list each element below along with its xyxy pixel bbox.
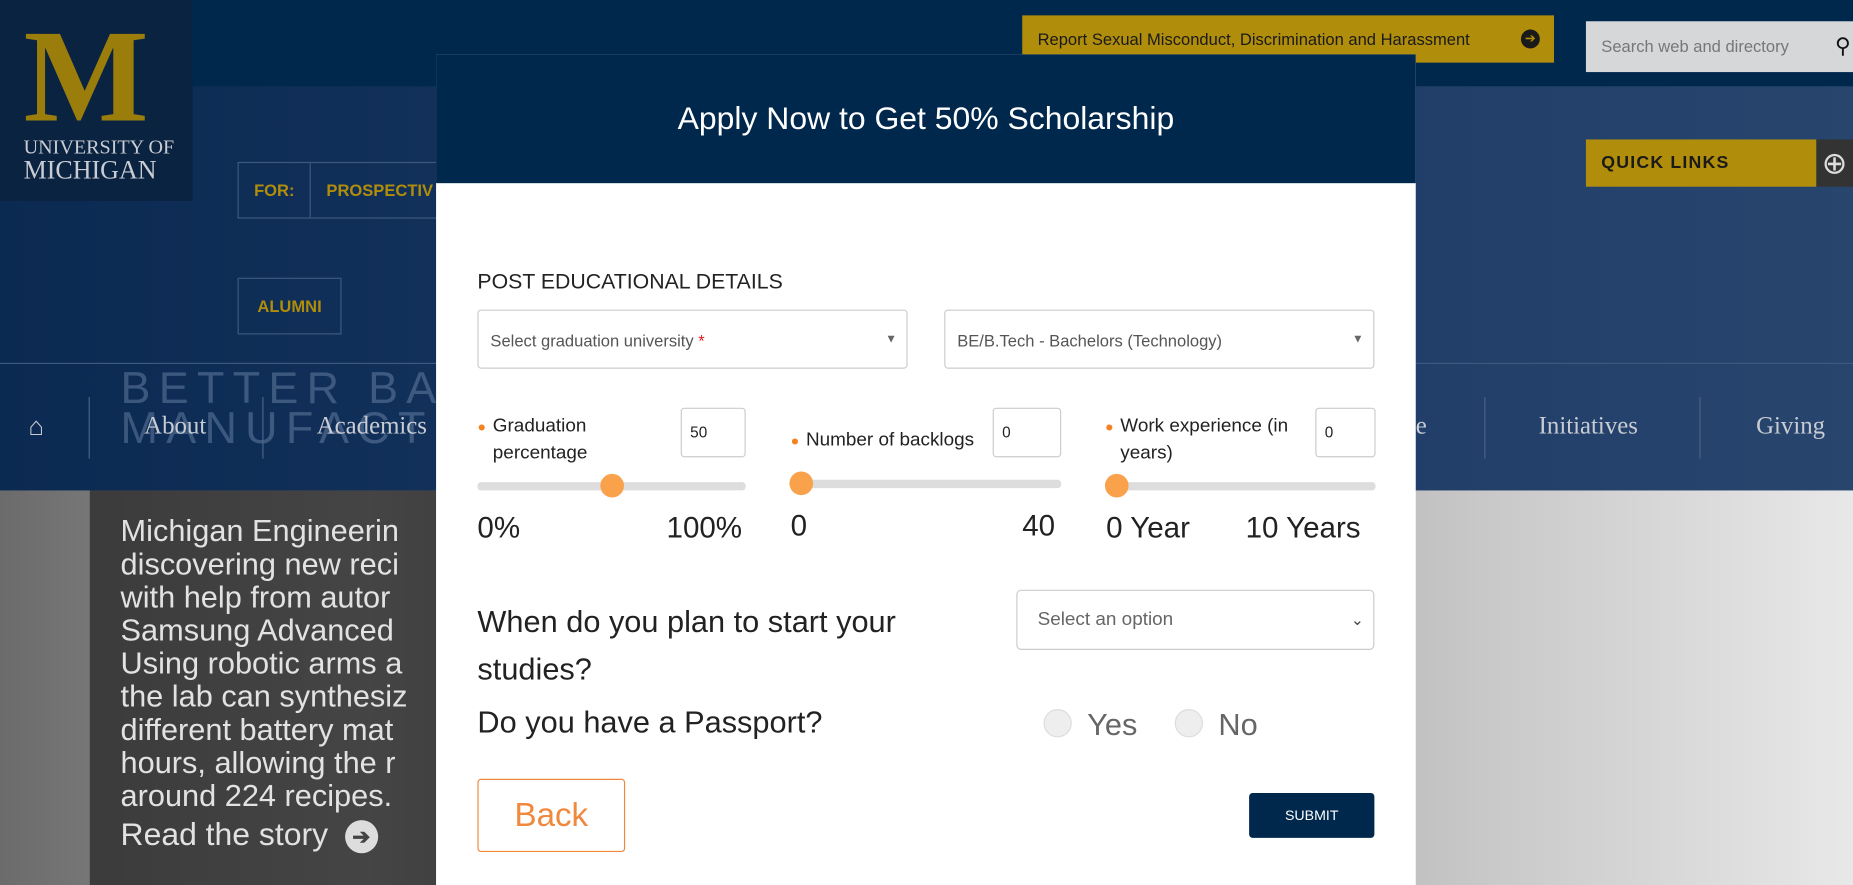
passport-no-radio[interactable]: No xyxy=(1174,707,1258,744)
for-label: FOR: xyxy=(254,180,295,200)
modal-title: Apply Now to Get 50% Scholarship xyxy=(436,54,1416,184)
graduation-input[interactable]: 50 xyxy=(680,407,746,458)
scholarship-modal: Apply Now to Get 50% Scholarship POST ED… xyxy=(436,54,1416,885)
graduation-slider[interactable] xyxy=(477,473,746,498)
degree-select[interactable]: BE/B.Tech - Bachelors (Technology) ▼ xyxy=(944,309,1375,369)
graduation-label: ● Graduation percentage xyxy=(477,415,588,464)
logo-text: MICHIGAN xyxy=(23,154,157,185)
search-input[interactable]: Search web and directory ⚲ xyxy=(1585,21,1853,73)
experience-slider[interactable] xyxy=(1104,473,1376,498)
slider-thumb[interactable] xyxy=(789,471,814,496)
university-placeholder: Select graduation university xyxy=(490,330,694,350)
start-question: When do you plan to start your studies? xyxy=(477,603,896,687)
nav-academics[interactable]: Academics xyxy=(317,411,427,441)
passport-question: Do you have a Passport? xyxy=(477,704,823,740)
audience-nav: FOR: PROSPECTIV xyxy=(237,161,450,219)
chevron-down-icon: ⌄ xyxy=(1350,610,1364,629)
required-mark: * xyxy=(698,330,705,350)
caret-down-icon: ▼ xyxy=(885,333,897,347)
plus-icon[interactable]: ⊕ xyxy=(1816,139,1853,187)
logo-m: M xyxy=(23,3,149,151)
audience-prospective[interactable]: PROSPECTIV xyxy=(309,163,449,218)
slider-min: 0% xyxy=(477,511,521,545)
read-story-label: Read the story xyxy=(120,816,329,853)
university-select[interactable]: Select graduation university * ▼ xyxy=(477,309,908,369)
backlogs-slider[interactable] xyxy=(789,471,1062,496)
nav-giving[interactable]: Giving xyxy=(1756,411,1825,441)
degree-value: BE/B.Tech - Bachelors (Technology) xyxy=(957,330,1223,350)
report-label: Report Sexual Misconduct, Discrimination… xyxy=(1037,29,1470,49)
start-placeholder: Select an option xyxy=(1037,609,1174,630)
nav-initiatives[interactable]: Initiatives xyxy=(1539,411,1638,441)
submit-button[interactable]: SUBMIT xyxy=(1249,792,1375,838)
passport-yes-radio[interactable]: Yes xyxy=(1043,707,1137,744)
slider-thumb[interactable] xyxy=(1104,473,1129,498)
home-icon[interactable]: ⌂ xyxy=(28,411,44,442)
search-placeholder: Search web and directory xyxy=(1601,36,1789,56)
slider-max: 40 xyxy=(1022,509,1056,543)
backlogs-input[interactable]: 0 xyxy=(992,407,1062,458)
story-text: Michigan Engineerin discovering new reci… xyxy=(120,512,408,814)
slider-min: 0 xyxy=(790,509,808,543)
caret-down-icon: ▼ xyxy=(1352,333,1364,347)
audience-alumni[interactable]: ALUMNI xyxy=(237,277,342,335)
start-select[interactable]: Select an option ⌄ xyxy=(1016,589,1375,650)
arrow-right-icon: ➔ xyxy=(1520,29,1540,49)
experience-label: ● Work experience (in years) xyxy=(1104,415,1289,464)
slider-max: 100% xyxy=(666,511,743,545)
back-button[interactable]: Back xyxy=(477,778,626,853)
quick-links-button[interactable]: QUICK LINKS xyxy=(1585,139,1817,187)
nav-about[interactable]: About xyxy=(144,411,206,441)
slider-min: 0 Year xyxy=(1106,511,1190,545)
slider-thumb[interactable] xyxy=(599,473,624,498)
section-heading: POST EDUCATIONAL DETAILS xyxy=(477,269,783,294)
nav-item[interactable]: e xyxy=(1416,411,1427,441)
read-story-link[interactable]: Read the story ➔ xyxy=(121,817,378,854)
slider-max: 10 Years xyxy=(1245,511,1361,545)
search-icon[interactable]: ⚲ xyxy=(1835,21,1851,72)
experience-input[interactable]: 0 xyxy=(1315,407,1376,458)
arrow-right-icon: ➔ xyxy=(344,819,378,854)
backlogs-label: ● Number of backlogs xyxy=(790,430,975,451)
university-logo[interactable]: M UNIVERSITY OF MICHIGAN xyxy=(0,0,193,201)
story-panel: Michigan Engineerin discovering new reci… xyxy=(89,490,437,885)
